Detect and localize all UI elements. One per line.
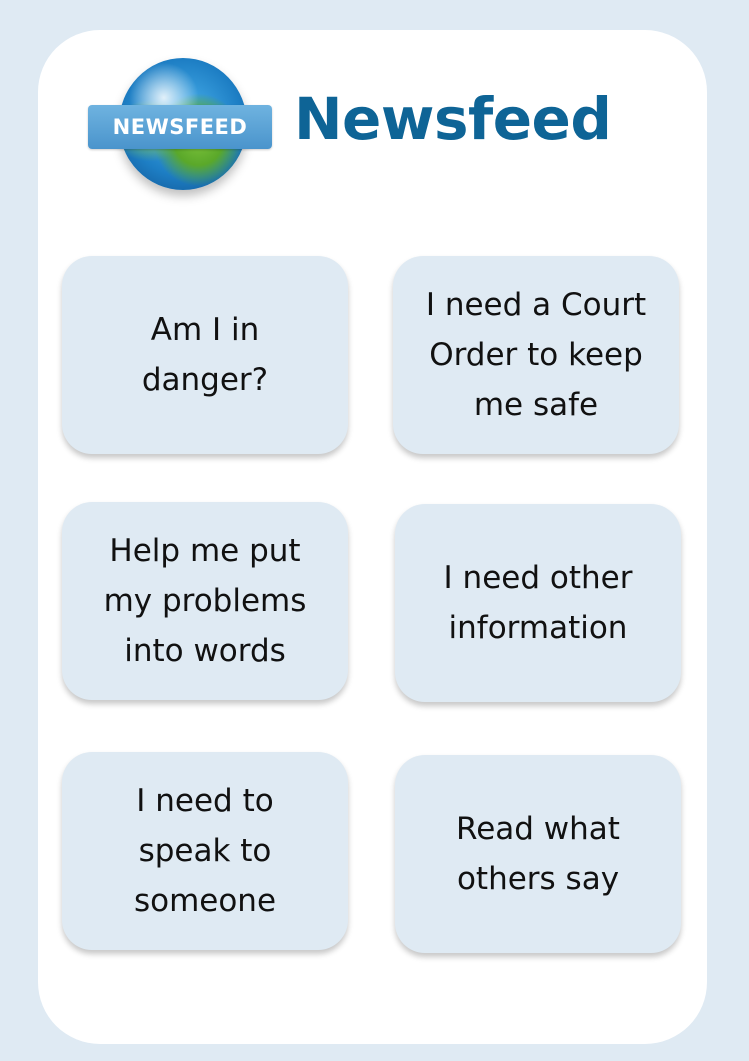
option-speak-to-someone[interactable]: I need to speak to someone [62, 752, 348, 950]
option-am-i-in-danger[interactable]: Am I in danger? [62, 256, 348, 454]
page-title: Newsfeed [294, 85, 612, 153]
option-other-information[interactable]: I need other information [395, 504, 681, 702]
option-label: Help me put my problems into words [103, 533, 307, 669]
option-put-problems-into-words[interactable]: Help me put my problems into words [62, 502, 348, 700]
option-read-what-others-say[interactable]: Read what others say [395, 755, 681, 953]
option-label: I need other information [443, 560, 633, 646]
option-label: Am I in danger? [141, 312, 269, 398]
logo-label: NEWSFEED [88, 105, 272, 149]
main-card: NEWSFEED Newsfeed Am I in danger? I need… [38, 30, 707, 1044]
option-label: I need to speak to someone [133, 783, 277, 919]
newsfeed-logo: NEWSFEED [88, 58, 274, 198]
option-label: Read what others say [456, 811, 620, 897]
option-label: I need a Court Order to keep me safe [425, 287, 647, 423]
option-court-order[interactable]: I need a Court Order to keep me safe [393, 256, 679, 454]
